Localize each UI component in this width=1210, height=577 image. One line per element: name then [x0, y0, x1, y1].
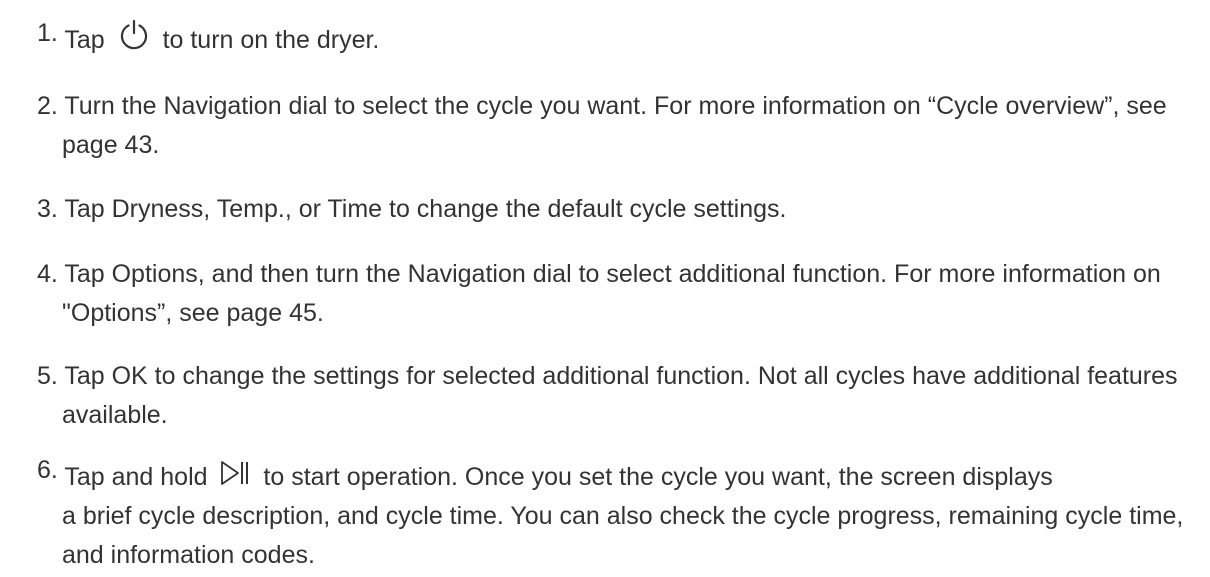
play-pause-icon — [220, 459, 250, 486]
step-5: 5. Tap OK to change the settings for sel… — [37, 357, 1197, 435]
step-text-after: to turn on the dryer. — [155, 26, 380, 54]
step-1: 1. Tap to turn on the dryer. — [37, 19, 1197, 60]
step-2: 2. Turn the Navigation dial to select th… — [37, 87, 1197, 165]
power-icon — [118, 19, 150, 51]
step-text-before: Tap — [64, 26, 112, 54]
step-text: Tap OK to change the settings for select… — [62, 362, 1178, 429]
step-text-continued: a brief cycle description, and cycle tim… — [62, 502, 1184, 569]
step-text: Tap Dryness, Temp., or Time to change th… — [64, 195, 787, 223]
step-4: 4. Tap Options, and then turn the Naviga… — [37, 255, 1197, 333]
step-text: Turn the Navigation dial to select the c… — [62, 92, 1167, 159]
step-number: 2. — [37, 92, 58, 120]
step-number: 6. — [37, 456, 58, 484]
step-number: 3. — [37, 195, 58, 223]
step-6: 6. Tap and hold to start operation. Once… — [37, 456, 1197, 575]
step-text: Tap Options, and then turn the Navigatio… — [62, 260, 1161, 327]
step-number: 5. — [37, 362, 58, 390]
step-text-before: Tap and hold — [64, 463, 215, 491]
step-3: 3. Tap Dryness, Temp., or Time to change… — [37, 190, 1197, 229]
step-number: 4. — [37, 260, 58, 288]
step-number: 1. — [37, 19, 58, 47]
step-text-after: to start operation. Once you set the cyc… — [256, 463, 1053, 491]
